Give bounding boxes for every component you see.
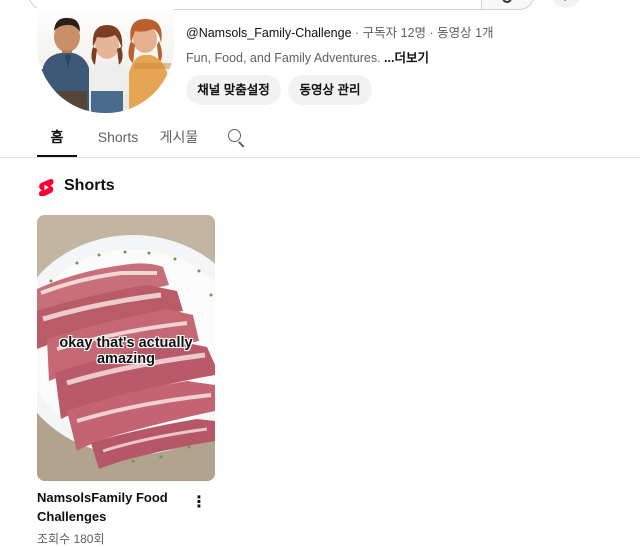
shorts-thumbnail[interactable]: okay that's actually amazing <box>37 215 215 481</box>
plus-icon: + <box>561 0 569 5</box>
tab-home[interactable]: 홈 <box>37 118 77 157</box>
avatar-woman-right <box>128 19 173 113</box>
channel-search-button[interactable] <box>224 126 248 150</box>
family-avatar-illustration <box>37 17 173 113</box>
tab-posts[interactable]: 게시물 <box>156 118 202 157</box>
shorts-section-title: Shorts <box>64 177 115 194</box>
more-link[interactable]: ...더보기 <box>384 51 429 65</box>
channel-stats: · 구독자 12명 · 동영상 1개 <box>351 26 494 40</box>
avatar-woman-center <box>89 25 125 113</box>
channel-page: + <box>0 0 640 547</box>
view-count: 조회수 180회 <box>37 532 105 546</box>
customize-channel-button[interactable]: 채널 맞춤설정 <box>186 75 281 105</box>
channel-handle: @Namsols_Family-Challenge <box>186 26 352 40</box>
more-vert-icon[interactable]: ⋮ <box>191 493 207 513</box>
shorts-caption-overlay: okay that's actually amazing <box>59 335 193 367</box>
avatar-man <box>37 17 89 113</box>
search-button[interactable] <box>481 0 535 10</box>
channel-tabs: 홈 Shorts 게시물 <box>0 118 640 158</box>
channel-handle-line: @Namsols_Family-Challenge · 구독자 12명 · 동영… <box>186 25 494 41</box>
manage-videos-button[interactable]: 동영상 관리 <box>288 75 372 105</box>
channel-avatar[interactable] <box>37 3 174 113</box>
channel-description[interactable]: Fun, Food, and Family Adventures. ...더보기 <box>186 50 429 66</box>
channel-description-text: Fun, Food, and Family Adventures. <box>186 51 385 65</box>
search-icon <box>502 0 512 3</box>
create-button[interactable]: + <box>551 0 581 8</box>
tab-shorts[interactable]: Shorts <box>92 118 144 157</box>
shorts-title[interactable]: NamsolsFamily Food Challenges <box>37 488 187 526</box>
search-icon-handle <box>238 141 245 148</box>
youtube-shorts-icon <box>39 178 54 196</box>
